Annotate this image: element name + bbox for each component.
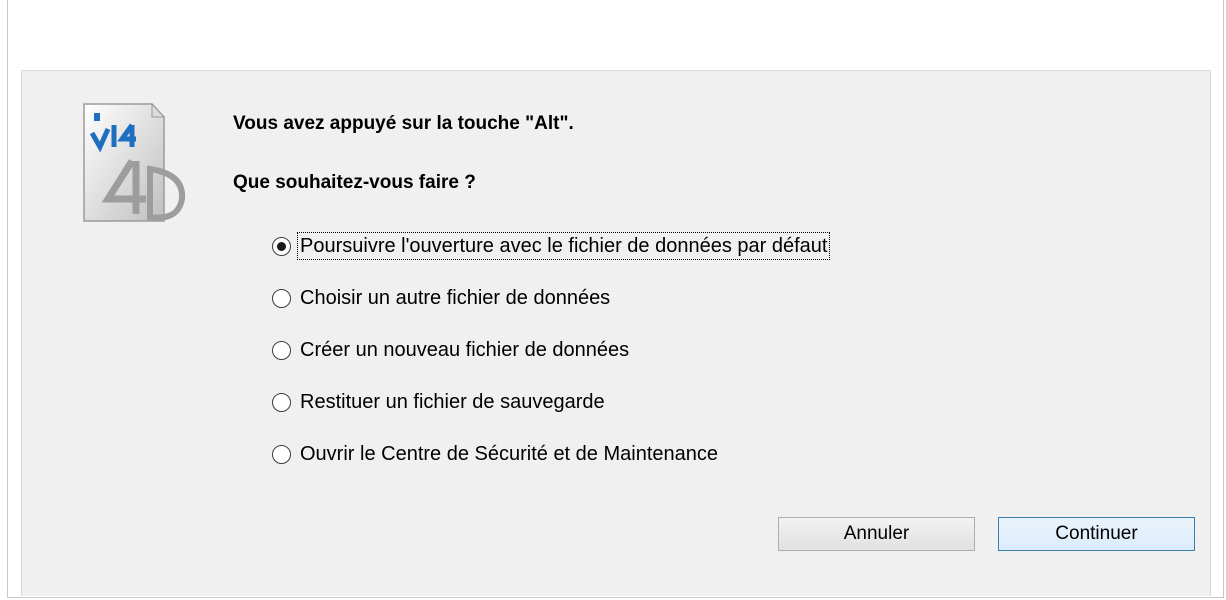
option-label: Créer un nouveau fichier de données	[300, 339, 630, 361]
option-label: Ouvrir le Centre de Sécurité et de Maint…	[300, 443, 718, 465]
radio-button[interactable]	[272, 340, 291, 360]
dialog-question: Que souhaitez-vous faire ?	[233, 172, 476, 193]
radio-button[interactable]	[272, 444, 291, 464]
dialog-content-panel: Vous avez appuyé sur la touche "Alt". Qu…	[21, 70, 1211, 596]
radio-button[interactable]	[272, 392, 291, 412]
dialog-window: Vous avez appuyé sur la touche "Alt". Qu…	[7, 0, 1224, 598]
option-security-maintenance-center[interactable]: Ouvrir le Centre de Sécurité et de Maint…	[272, 439, 721, 469]
option-label: Choisir un autre fichier de données	[300, 287, 611, 309]
option-label: Poursuivre l'ouverture avec le fichier d…	[297, 232, 831, 260]
radio-button[interactable]	[272, 236, 291, 256]
option-choose-data-file[interactable]: Choisir un autre fichier de données	[272, 283, 613, 313]
dialog-header-area	[8, 0, 1223, 70]
radio-button[interactable]	[272, 288, 291, 308]
option-label: Restituer un fichier de sauvegarde	[300, 391, 605, 413]
dialog-title: Vous avez appuyé sur la touche "Alt".	[233, 113, 574, 134]
option-new-data-file[interactable]: Créer un nouveau fichier de données	[272, 335, 632, 365]
4d-v14-logo-icon	[83, 102, 186, 222]
cancel-button[interactable]: Annuler	[778, 517, 975, 551]
option-default-data-file[interactable]: Poursuivre l'ouverture avec le fichier d…	[272, 231, 831, 261]
option-restore-backup[interactable]: Restituer un fichier de sauvegarde	[272, 387, 608, 417]
continue-button[interactable]: Continuer	[998, 517, 1195, 551]
